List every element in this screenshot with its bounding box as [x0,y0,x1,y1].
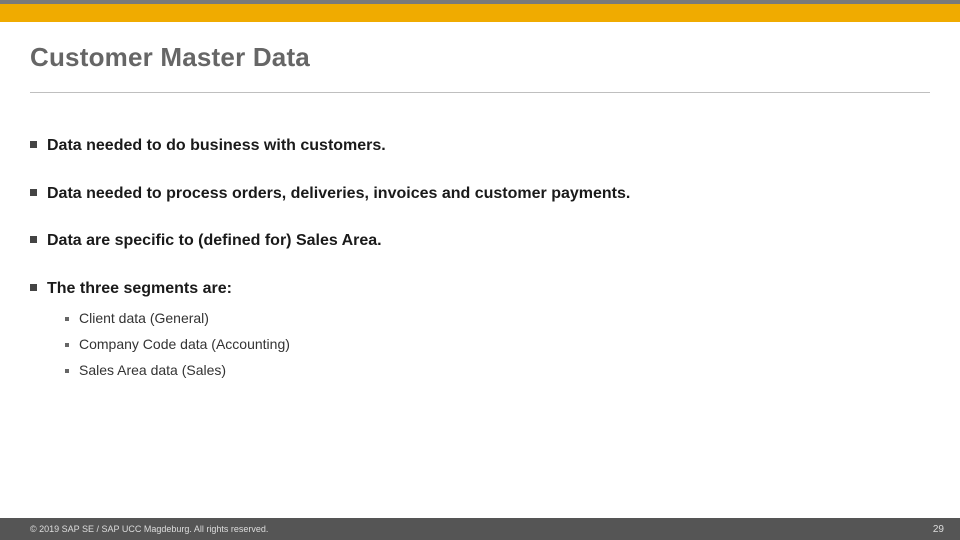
dot-bullet-icon [65,369,69,373]
sub-item: Sales Area data (Sales) [65,361,930,381]
square-bullet-icon [30,189,37,196]
square-bullet-icon [30,141,37,148]
bullet-text: Data needed to do business with customer… [47,135,386,157]
sub-list: Client data (General) Company Code data … [65,309,930,380]
square-bullet-icon [30,284,37,291]
sub-text: Sales Area data (Sales) [79,361,226,381]
bullet-item: Data are specific to (defined for) Sales… [30,230,930,252]
slide: Customer Master Data Data needed to do b… [0,0,960,540]
page-number: 29 [933,524,944,535]
bullet-item: The three segments are: Client data (Gen… [30,278,930,386]
footer-bar: © 2019 SAP SE / SAP UCC Magdeburg. All r… [0,518,960,540]
dot-bullet-icon [65,343,69,347]
dot-bullet-icon [65,317,69,321]
title-divider [30,92,930,93]
sub-item: Client data (General) [65,309,930,329]
bullet-text: Data needed to process orders, deliverie… [47,183,630,205]
slide-title: Customer Master Data [30,42,310,73]
content-area: Data needed to do business with customer… [30,135,930,386]
top-thin-bar [0,0,960,4]
bullet-item: Data needed to do business with customer… [30,135,930,157]
sub-text: Client data (General) [79,309,209,329]
square-bullet-icon [30,236,37,243]
bullet-item: Data needed to process orders, deliverie… [30,183,930,205]
sub-item: Company Code data (Accounting) [65,335,930,355]
sub-text: Company Code data (Accounting) [79,335,290,355]
bullet-text: The three segments are: [47,278,930,300]
bullet-text: Data are specific to (defined for) Sales… [47,230,382,252]
copyright-text: © 2019 SAP SE / SAP UCC Magdeburg. All r… [30,524,268,534]
